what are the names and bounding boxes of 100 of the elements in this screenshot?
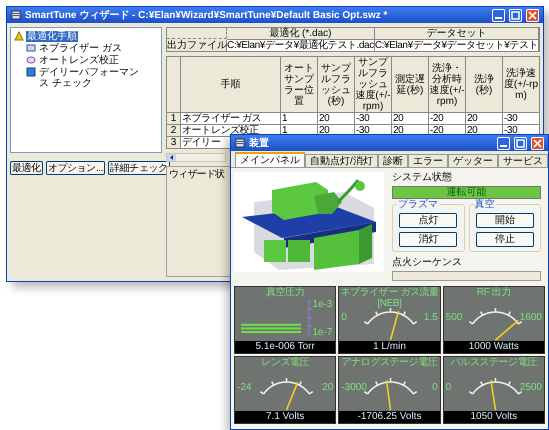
column-header: 手順 [180,56,280,112]
gauge-title: レンズ電圧 [260,357,310,368]
close-button[interactable] [531,136,544,150]
close-icon [533,138,542,148]
gauge-readout: 1000 Watts [444,341,544,353]
tree-item[interactable]: デイリーパフォーマンス チェック [38,67,142,89]
scale-max-label: 20 [322,382,334,393]
table-cell: 1 [280,112,318,124]
tab[interactable]: 自動点灯/消灯 [305,154,378,167]
minimize-icon [495,16,502,18]
maximize-button[interactable] [509,8,522,22]
row-number: 3 [166,136,180,148]
window-title: SmartTune ウィザード - C:¥Elan¥Wizard¥SmartTune¥Default Basic Opt.swz * [25,10,388,20]
gauge-readout: 7.1 Volts [235,411,336,423]
maximize-button[interactable] [514,136,527,150]
tab[interactable]: メインパネル [235,152,305,167]
app-icon [11,10,21,20]
sequence-label: 点火シーケンス [392,257,463,268]
action-button[interactable]: 開始 [476,213,534,228]
gauge-needle [390,310,400,340]
table-cell: -20 [428,112,466,124]
status-label: ウィザード状 [169,169,224,180]
row-number: 1 [166,112,180,124]
table-corner [166,56,180,112]
system-status-label: システム状態 [392,172,453,183]
gauge-title: 真空圧力 [264,287,306,298]
close-button[interactable] [526,8,539,22]
tree-item[interactable]: ネブライザー ガス [38,43,123,54]
action-button[interactable]: オプション... [46,161,105,175]
tree-item[interactable]: オートレンズ校正 [38,55,120,66]
scale-max-label: 1e-3 [312,299,332,310]
scale-max-label: 1.5 [424,312,438,323]
minimize-button[interactable] [492,8,505,22]
tab[interactable]: ゲッター [448,154,498,167]
table-cell: 20 [392,112,428,124]
table-cell: 20 [466,112,502,124]
scale-min-label: -3000 [341,382,367,393]
gauge-needle [386,380,392,410]
window-title: 装置 [249,138,270,148]
tab[interactable]: 診断 [378,154,408,167]
scrollbar[interactable] [166,153,226,162]
table-cell: -30 [354,112,392,124]
gauge-readout: 1050 Volts [444,411,544,423]
gauge-title: パルスステージ電圧 [450,357,538,368]
warning-icon [14,31,24,41]
column-header: 最適化 (*.dac) [227,28,375,40]
minimize-button[interactable] [497,136,510,150]
action-button[interactable]: 停止 [476,232,534,247]
scale-max-label: 1600 [520,312,542,323]
gauge-needle [490,380,496,410]
status-indicator: 運転可能 [392,186,541,199]
level-bars [241,324,301,333]
tab[interactable]: サービス [498,154,548,167]
tab[interactable]: エラー [408,154,448,167]
gauge-title: アナログステージ電圧 [340,357,439,368]
scale-min-label: 500 [446,312,462,323]
gauge-readout: 1 L/min [339,341,440,353]
action-button[interactable]: 詳細チェック [108,161,170,175]
row-header: 出力ファイル [167,40,227,51]
gauge-readout: 5.1e-006 Torr [235,341,336,353]
gauge-title: ネブライザー ガス流量 [NEB] [339,287,440,309]
table-cell: ネブライザー ガス [180,112,280,124]
table-cell: C:¥Elan¥データ¥データセット¥テスト [374,40,540,51]
oval-icon [26,55,36,65]
dial-scale [260,377,314,395]
minimize-icon [500,144,507,146]
gauge-needle [494,320,518,341]
scale-min-label: 0 [446,382,452,393]
scale-min-label: -24 [237,382,252,393]
scale-max-label: 0 [432,382,438,393]
gauge-readout: -1706.25 Volts [339,411,440,423]
tree-item[interactable]: 最適化手順 [26,31,78,42]
column-header: 洗浄速度(+/-rpm) [502,56,540,112]
document-icon [26,43,36,53]
square-icon [26,67,36,77]
table-cell: -30 [502,112,540,124]
column-header: 洗浄(秒) [466,56,502,112]
column-header: 測定遅延(秒) [392,56,428,112]
gauge-needle [286,382,298,410]
column-header: サンプルフラッシュ(秒) [318,56,354,112]
window-icon [235,138,245,148]
action-button[interactable]: 点灯 [399,213,458,228]
column-header: データセット [374,28,540,40]
scale-max-label: 2500 [520,382,542,393]
row-number: 2 [166,124,180,136]
group-title: 真空 [474,199,496,210]
action-button[interactable]: 最適化 [10,161,43,175]
column-header: オートサンプラー位置 [280,56,318,112]
column-header: 洗浄・分析時速度(+/-rpm) [428,56,466,112]
close-icon [528,10,537,20]
gauge-title: RF 出力 [476,287,512,298]
scale-axis [307,301,312,335]
maximize-icon [516,138,525,148]
group-title: プラズマ [397,199,439,210]
dial-scale [468,307,522,325]
table-cell: C:¥Elan¥データ¥最適化テスト.dac [227,40,375,51]
action-button[interactable]: 消灯 [399,232,458,247]
scale-min-label: 1e-7 [312,327,332,338]
left-arrow-icon [167,154,176,161]
column-header: サンプルフラッシュ速度(+/-rpm) [354,56,392,112]
